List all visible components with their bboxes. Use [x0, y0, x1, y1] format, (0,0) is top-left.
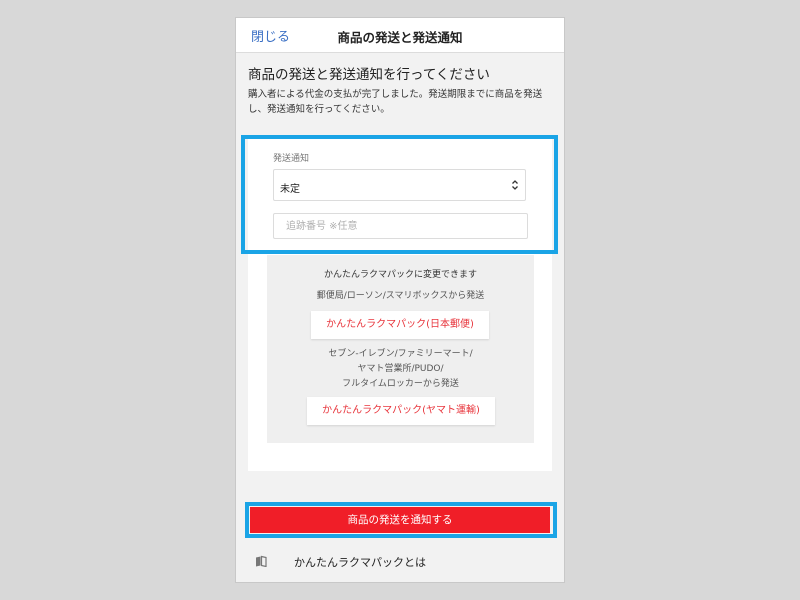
notify-shipment-button[interactable]: 商品の発送を通知する: [250, 507, 550, 533]
yamato-pack-button[interactable]: かんたんラクマパック(ヤマト運輸): [307, 397, 495, 425]
rakuma-pack-info-label: かんたんラクマパックとは: [294, 556, 426, 569]
header-bar: 閉じる 商品の発送と発送通知: [236, 18, 564, 53]
yamato-description-line2: ヤマト営業所/PUDO/: [357, 364, 444, 374]
rakuma-pack-panel: かんたんラクマパックに変更できます 郵便局/ローソン/スマリボックスから発送 か…: [267, 255, 534, 443]
page-title: 商品の発送と発送通知: [337, 30, 463, 45]
tracking-number-input[interactable]: [273, 213, 528, 239]
app-window: 閉じる 商品の発送と発送通知 商品の発送と発送通知を行ってください 購入者による…: [235, 17, 565, 583]
book-icon: [256, 555, 267, 567]
section-description: 購入者による代金の支払が完了しました。発送期限までに商品を発送し、発送通知を行っ…: [248, 89, 543, 115]
yamato-description-line1: セブン-イレブン/ファミリーマート/: [328, 349, 473, 359]
japan-post-pack-button[interactable]: かんたんラクマパック(日本郵便): [311, 311, 489, 339]
shipping-method-select[interactable]: 未定: [273, 169, 526, 201]
japan-post-description: 郵便局/ローソン/スマリボックスから発送: [316, 291, 485, 301]
shipping-method-value: 未定: [280, 184, 300, 195]
pack-panel-title: かんたんラクマパックに変更できます: [323, 270, 477, 280]
shipping-notice-label: 発送通知: [273, 154, 310, 164]
select-updown-icon: [512, 180, 518, 190]
section-heading: 商品の発送と発送通知を行ってください: [248, 67, 490, 83]
rakuma-pack-info-link[interactable]: かんたんラクマパックとは: [236, 546, 564, 578]
yamato-description-line3: フルタイムロッカーから発送: [342, 379, 459, 389]
